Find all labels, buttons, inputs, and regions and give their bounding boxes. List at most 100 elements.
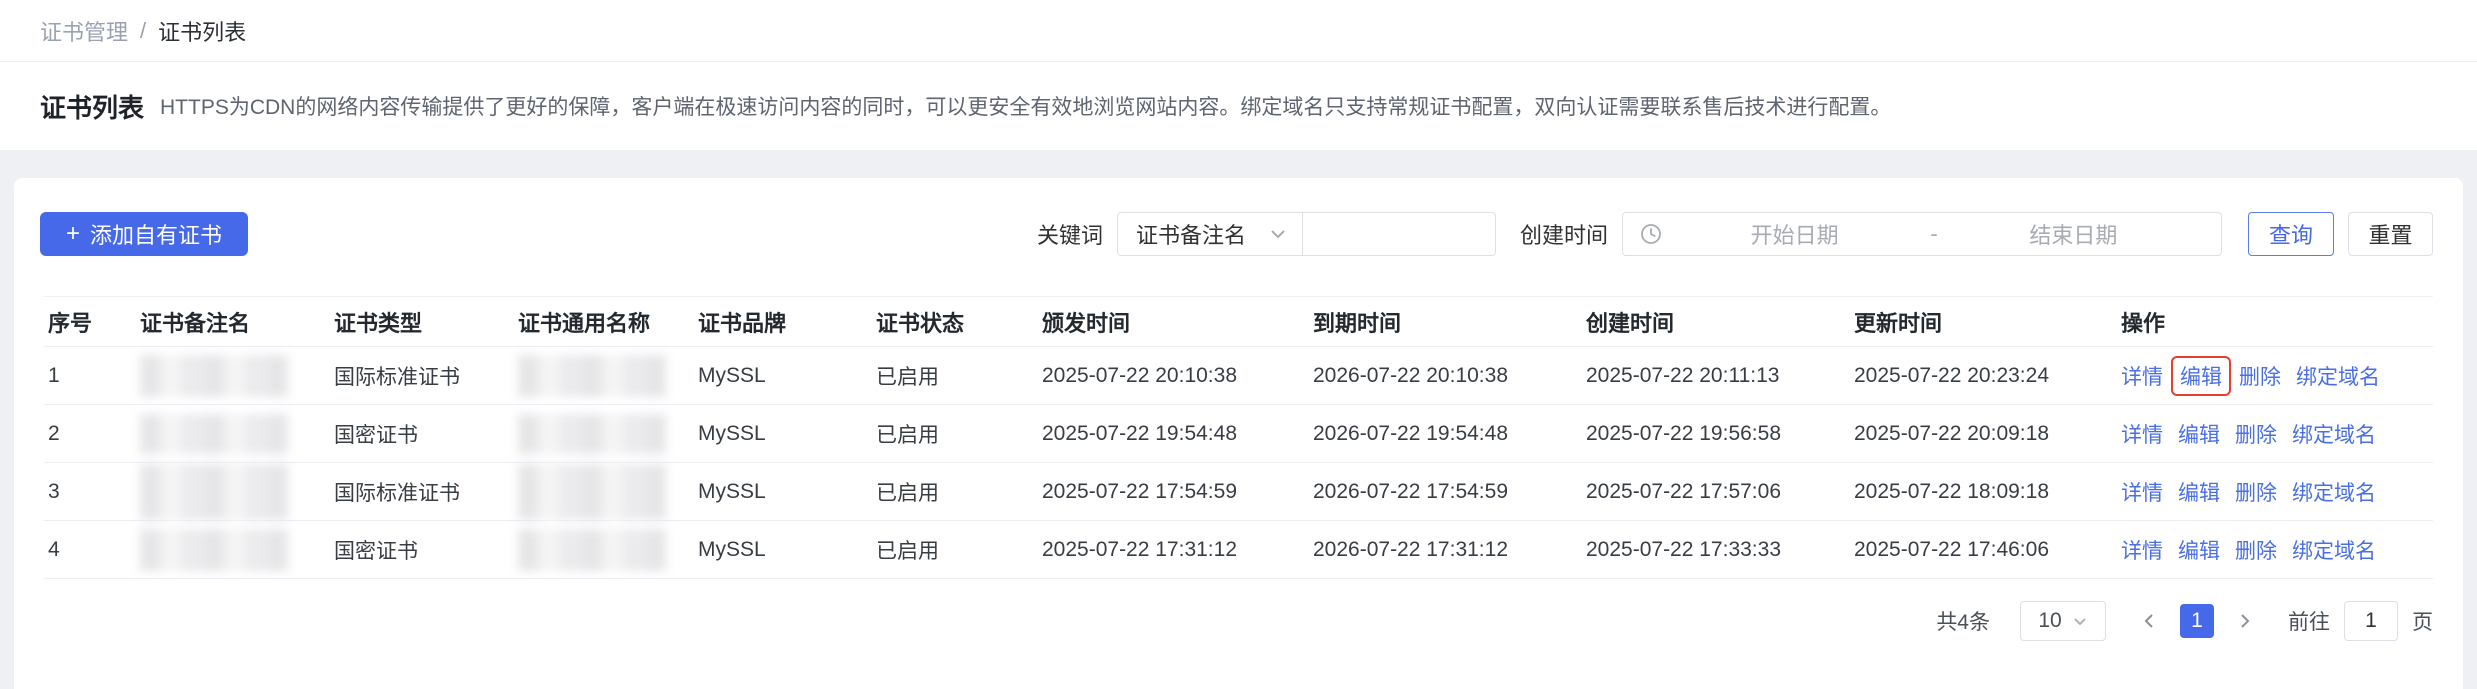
cell-updated-at: 2025-07-22 20:09:18 <box>1850 404 2117 463</box>
table-row: 2 国密证书 MySSL 已启用 2025-07-22 19:54:48 202… <box>44 404 2433 463</box>
highlight-box-edit: 编辑 <box>2171 355 2231 396</box>
page-size-select[interactable]: 10 <box>2020 601 2106 641</box>
next-page-button[interactable] <box>2228 604 2262 638</box>
created-time-range-picker[interactable]: 开始日期 - 结束日期 <box>1622 212 2222 256</box>
page-description: HTTPS为CDN的网络内容传输提供了更好的保障，客户端在极速访问内容的同时，可… <box>160 96 1892 119</box>
cell-expires-at: 2026-07-22 19:54:48 <box>1309 404 1582 463</box>
breadcrumb-item-cert-management[interactable]: 证书管理 <box>40 15 128 47</box>
bind-domain-link[interactable]: 绑定域名 <box>2296 366 2380 389</box>
add-own-cert-button[interactable]: + 添加自有证书 <box>40 212 249 256</box>
add-own-cert-label: 添加自有证书 <box>90 223 223 248</box>
delete-link[interactable]: 删除 <box>2235 540 2277 563</box>
delete-link[interactable]: 删除 <box>2239 366 2281 389</box>
date-range-separator: - <box>1930 221 1938 246</box>
cell-brand: MySSL <box>694 404 872 463</box>
redacted-common-name <box>518 463 666 520</box>
end-date-placeholder[interactable]: 结束日期 <box>1942 218 2205 250</box>
detail-link[interactable]: 详情 <box>2121 540 2163 563</box>
cell-index: 3 <box>44 462 136 521</box>
cell-cert-type: 国密证书 <box>330 520 514 579</box>
search-button[interactable]: 查询 <box>2248 212 2334 256</box>
cell-updated-at: 2025-07-22 18:09:18 <box>1850 462 2117 521</box>
cell-expires-at: 2026-07-22 17:54:59 <box>1309 462 1582 521</box>
detail-link[interactable]: 详情 <box>2121 366 2163 389</box>
col-header-remark: 证书备注名 <box>136 296 330 347</box>
page-title: 证书列表 <box>40 92 145 123</box>
cell-updated-at: 2025-07-22 17:46:06 <box>1850 520 2117 579</box>
redacted-common-name <box>518 528 666 571</box>
cell-created-at: 2025-07-22 17:57:06 <box>1582 462 1850 521</box>
col-header-common-name: 证书通用名称 <box>514 296 694 347</box>
detail-link[interactable]: 详情 <box>2121 424 2163 447</box>
created-time-label: 创建时间 <box>1519 223 1608 248</box>
keyword-type-selected: 证书备注名 <box>1135 223 1246 248</box>
goto-label: 前往 <box>2288 611 2330 634</box>
col-header-expires: 到期时间 <box>1309 296 1582 347</box>
content-area: + 添加自有证书 关键词 证书备注名 创建时间 开始日期 - 结束日期 查询 重… <box>0 150 2477 689</box>
goto-page-input[interactable] <box>2344 601 2398 641</box>
col-header-updated: 更新时间 <box>1850 296 2117 347</box>
start-date-placeholder[interactable]: 开始日期 <box>1663 218 1926 250</box>
page-unit-label: 页 <box>2412 611 2433 634</box>
redacted-common-name <box>518 354 666 397</box>
delete-link[interactable]: 删除 <box>2235 424 2277 447</box>
prev-page-button[interactable] <box>2132 604 2166 638</box>
edit-link[interactable]: 编辑 <box>2178 482 2220 505</box>
col-header-created: 创建时间 <box>1582 296 1850 347</box>
cell-created-at: 2025-07-22 17:33:33 <box>1582 520 1850 579</box>
cell-expires-at: 2026-07-22 20:10:38 <box>1309 346 1582 405</box>
breadcrumb-separator: / <box>140 17 147 43</box>
col-header-index: 序号 <box>44 296 136 347</box>
bind-domain-link[interactable]: 绑定域名 <box>2292 540 2376 563</box>
bind-domain-link[interactable]: 绑定域名 <box>2292 482 2376 505</box>
plus-icon: + <box>66 220 81 247</box>
cell-status: 已启用 <box>872 462 1038 521</box>
col-header-actions: 操作 <box>2117 296 2433 347</box>
keyword-input[interactable] <box>1302 213 1495 255</box>
chevron-left-icon <box>2144 614 2153 628</box>
col-header-brand: 证书品牌 <box>694 296 872 347</box>
breadcrumb-item-cert-list: 证书列表 <box>158 19 247 45</box>
cell-expires-at: 2026-07-22 17:31:12 <box>1309 520 1582 579</box>
cell-issued-at: 2025-07-22 17:54:59 <box>1038 462 1309 521</box>
cert-list-card: + 添加自有证书 关键词 证书备注名 创建时间 开始日期 - 结束日期 查询 重… <box>14 178 2463 689</box>
cell-issued-at: 2025-07-22 17:31:12 <box>1038 520 1309 579</box>
cell-brand: MySSL <box>694 346 872 405</box>
filter-group: 关键词 证书备注名 创建时间 开始日期 - 结束日期 查询 重置 <box>1037 212 2433 256</box>
col-header-type: 证书类型 <box>330 296 514 347</box>
keyword-type-select[interactable]: 证书备注名 <box>1118 213 1303 255</box>
cell-brand: MySSL <box>694 520 872 579</box>
cert-table: 序号 证书备注名 证书类型 证书通用名称 证书品牌 证书状态 颁发时间 到期时间… <box>44 296 2433 579</box>
col-header-issued: 颁发时间 <box>1038 296 1309 347</box>
keyword-control: 证书备注名 <box>1116 212 1496 256</box>
bind-domain-link[interactable]: 绑定域名 <box>2292 424 2376 447</box>
table-row: 3 国际标准证书 MySSL 已启用 2025-07-22 17:54:59 2… <box>44 462 2433 521</box>
reset-button[interactable]: 重置 <box>2348 212 2433 256</box>
chevron-down-icon <box>2074 618 2086 626</box>
chevron-right-icon <box>2241 614 2250 628</box>
cell-cert-type: 国际标准证书 <box>330 462 514 521</box>
cell-created-at: 2025-07-22 20:11:13 <box>1582 346 1850 405</box>
redacted-cert-remark <box>140 463 288 520</box>
cell-status: 已启用 <box>872 404 1038 463</box>
breadcrumb-bar: 证书管理 / 证书列表 <box>0 0 2477 62</box>
edit-link[interactable]: 编辑 <box>2178 540 2220 563</box>
col-header-status: 证书状态 <box>872 296 1038 347</box>
cell-status: 已启用 <box>872 346 1038 405</box>
edit-link[interactable]: 编辑 <box>2178 424 2220 447</box>
cell-issued-at: 2025-07-22 19:54:48 <box>1038 404 1309 463</box>
cell-cert-type: 国际标准证书 <box>330 346 514 405</box>
cell-updated-at: 2025-07-22 20:23:24 <box>1850 346 2117 405</box>
redacted-common-name <box>518 413 666 454</box>
redacted-cert-remark <box>140 528 288 571</box>
clock-icon <box>1641 224 1661 244</box>
delete-link[interactable]: 删除 <box>2235 482 2277 505</box>
page-number-1[interactable]: 1 <box>2180 604 2214 638</box>
page-header: 证书列表 HTTPS为CDN的网络内容传输提供了更好的保障，客户端在极速访问内容… <box>0 62 2477 150</box>
redacted-cert-remark <box>140 354 288 397</box>
cell-index: 1 <box>44 346 136 405</box>
edit-link[interactable]: 编辑 <box>2180 366 2222 389</box>
table-row: 1 国际标准证书 MySSL 已启用 2025-07-22 20:10:38 2… <box>44 346 2433 405</box>
detail-link[interactable]: 详情 <box>2121 482 2163 505</box>
breadcrumb: 证书管理 / 证书列表 <box>40 15 246 47</box>
